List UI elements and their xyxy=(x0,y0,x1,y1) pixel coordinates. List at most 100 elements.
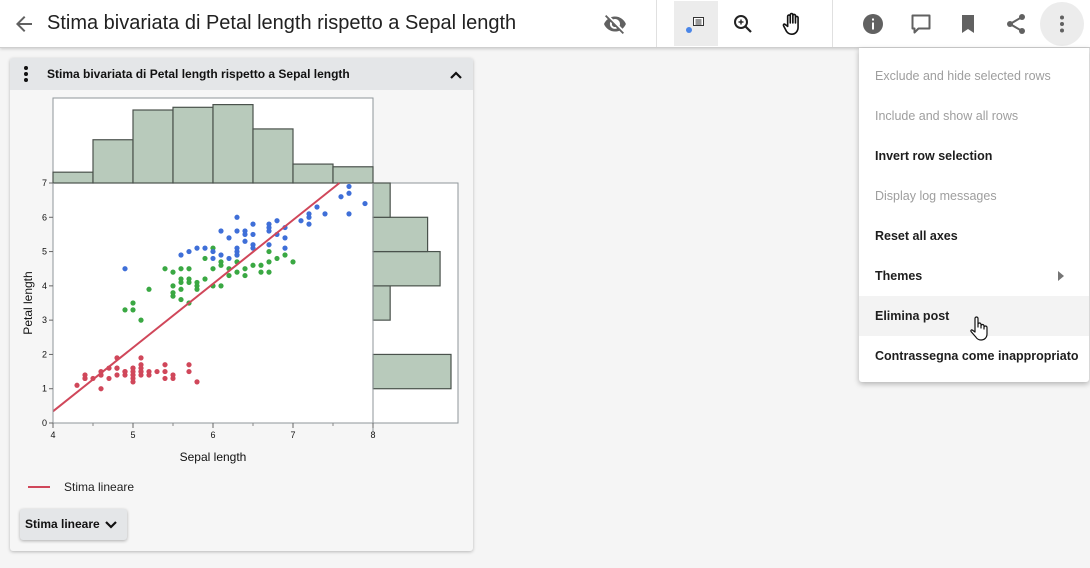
data-point-versicolor xyxy=(218,262,224,268)
y-tick-label: 4 xyxy=(42,281,47,291)
top-histogram-bar xyxy=(292,163,334,184)
menu-item-contrassegna-come-inappropriato[interactable]: Contrassegna come inappropriato xyxy=(859,336,1089,376)
data-point-setosa xyxy=(106,375,112,382)
x-tick-label: 8 xyxy=(370,430,375,440)
more-options-button[interactable] xyxy=(1040,2,1084,46)
data-point-setosa xyxy=(114,372,120,378)
bookmark-icon xyxy=(962,15,974,33)
data-point-virginica xyxy=(210,248,216,255)
data-point-versicolor xyxy=(178,279,184,286)
data-point-versicolor xyxy=(266,259,272,265)
zoom-tool-button[interactable] xyxy=(725,6,761,42)
data-point-versicolor xyxy=(258,269,264,275)
menu-item-label: Exclude and hide selected rows xyxy=(875,69,1051,83)
data-point-virginica xyxy=(282,235,288,241)
data-point-versicolor xyxy=(170,293,176,299)
data-point-versicolor xyxy=(242,272,248,279)
data-point-virginica xyxy=(346,183,352,190)
data-point-virginica xyxy=(226,235,232,241)
data-point-setosa xyxy=(162,368,168,375)
data-point-virginica xyxy=(250,231,256,238)
data-point-setosa xyxy=(114,365,120,371)
data-point-virginica xyxy=(226,255,232,262)
data-point-virginica xyxy=(266,242,272,248)
x-axis-label: Sepal length xyxy=(180,450,247,464)
data-point-versicolor xyxy=(170,283,176,289)
data-point-setosa xyxy=(170,375,176,382)
pan-hand-icon xyxy=(782,12,799,35)
legend-swatch-fit-line xyxy=(28,486,50,488)
data-point-virginica xyxy=(122,266,128,272)
data-point-versicolor xyxy=(178,266,184,272)
info-button[interactable] xyxy=(855,6,891,42)
data-point-virginica xyxy=(210,255,216,262)
data-point-versicolor xyxy=(186,279,192,286)
data-point-setosa xyxy=(82,375,88,382)
menu-item-label: Display log messages xyxy=(875,189,997,203)
right-histogram-bar xyxy=(372,250,441,287)
data-point-setosa xyxy=(130,372,136,378)
menu-item-invert-row-selection[interactable]: Invert row selection xyxy=(859,136,1089,176)
data-point-versicolor xyxy=(266,269,272,275)
menu-item-label: Invert row selection xyxy=(875,149,993,163)
data-point-setosa xyxy=(186,368,192,375)
fit-type-dropdown[interactable]: Stima lineare xyxy=(20,509,127,540)
y-tick-label: 7 xyxy=(42,178,47,188)
menu-item-themes[interactable]: Themes xyxy=(859,256,1089,296)
top-histogram-bar xyxy=(132,109,174,184)
data-point-setosa xyxy=(154,368,160,375)
y-tick-label: 3 xyxy=(42,315,47,325)
data-point-versicolor xyxy=(234,269,240,275)
data-point-virginica xyxy=(346,211,352,217)
data-point-setosa xyxy=(162,362,168,368)
data-point-versicolor xyxy=(266,248,272,255)
data-point-virginica xyxy=(266,228,272,234)
menu-item-label: Include and show all rows xyxy=(875,109,1019,123)
y-tick-label: 2 xyxy=(42,349,47,359)
data-point-setosa xyxy=(186,362,192,368)
menu-item-label: Contrassegna come inappropriato xyxy=(875,349,1079,363)
data-point-versicolor xyxy=(170,269,176,275)
right-histogram-bar xyxy=(372,182,391,218)
data-point-virginica xyxy=(194,245,200,251)
menu-item-include-and-show-all-rows: Include and show all rows xyxy=(859,96,1089,136)
hand-pointer-cursor-icon xyxy=(970,316,988,341)
top-histogram-bar xyxy=(52,171,94,184)
share-button[interactable] xyxy=(998,6,1034,42)
data-point-virginica xyxy=(282,245,288,251)
data-point-virginica xyxy=(234,214,240,220)
hide-button[interactable] xyxy=(597,6,633,42)
data-point-setosa xyxy=(122,368,128,375)
x-tick-label: 7 xyxy=(290,430,295,440)
data-point-setosa xyxy=(146,372,152,378)
data-point-versicolor xyxy=(202,276,208,282)
data-point-versicolor xyxy=(242,266,248,272)
data-point-virginica xyxy=(298,218,304,224)
top-histogram-bar xyxy=(92,139,134,184)
right-histogram-bar xyxy=(372,216,429,253)
pan-tool-button[interactable] xyxy=(774,6,810,42)
comment-button[interactable] xyxy=(903,6,939,42)
data-point-versicolor xyxy=(138,317,144,323)
data-point-virginica xyxy=(218,228,224,234)
menu-item-reset-all-axes[interactable]: Reset all axes xyxy=(859,216,1089,256)
data-point-versicolor xyxy=(258,262,264,268)
row-selection-tool-button[interactable] xyxy=(674,1,718,46)
data-point-versicolor xyxy=(202,255,208,262)
menu-item-label: Elimina post xyxy=(875,309,950,323)
data-point-virginica xyxy=(218,252,224,258)
data-point-virginica xyxy=(322,211,328,217)
bookmark-button[interactable] xyxy=(950,6,986,42)
data-point-virginica xyxy=(186,248,192,255)
data-point-versicolor xyxy=(218,283,224,289)
data-point-versicolor xyxy=(122,307,128,313)
data-point-versicolor xyxy=(178,296,184,303)
toolbar-divider xyxy=(832,0,833,47)
data-point-setosa xyxy=(138,368,144,375)
data-point-virginica xyxy=(306,214,312,220)
menu-item-exclude-and-hide-selected-rows: Exclude and hide selected rows xyxy=(859,56,1089,96)
data-point-setosa xyxy=(98,386,104,392)
y-tick-label: 5 xyxy=(42,247,47,257)
top-histogram-bar xyxy=(212,103,254,184)
visibility-off-icon xyxy=(604,15,626,34)
